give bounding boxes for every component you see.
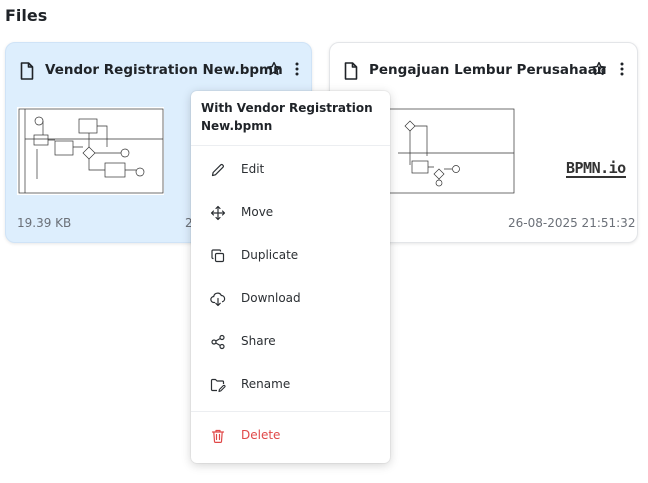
share-icon: [211, 334, 225, 350]
file-size: 19.39 KB: [17, 216, 72, 230]
file-date: 26-08-2025 21:51:32: [508, 216, 636, 230]
bpmn-diagram-thumbnail: [368, 107, 515, 195]
file-card-header: Pengajuan Lembur Perusahaan: [341, 61, 627, 81]
menu-item-share[interactable]: Share: [191, 325, 390, 359]
menu-item-label: Move: [241, 205, 274, 219]
menu-item-edit[interactable]: Edit: [191, 153, 390, 187]
menu-item-label: Share: [241, 334, 276, 348]
file-context-menu: With Vendor Registration New.bpmn Edit M…: [191, 91, 390, 463]
move-icon: [210, 205, 226, 221]
cloud-download-icon: [210, 292, 226, 307]
file-card-header: Vendor Registration New.bpmn: [17, 61, 301, 81]
file-icon: [20, 62, 34, 80]
menu-item-delete[interactable]: Delete: [191, 419, 390, 453]
page-title: Files: [5, 6, 48, 25]
menu-item-label: Edit: [241, 162, 265, 176]
menu-divider: [191, 411, 390, 412]
menu-item-label: Delete: [241, 428, 281, 442]
context-menu-header: With Vendor Registration New.bpmn: [201, 101, 373, 133]
menu-divider: [191, 145, 390, 146]
star-icon[interactable]: [591, 61, 607, 77]
more-vertical-icon[interactable]: [289, 61, 305, 77]
star-icon[interactable]: [266, 61, 282, 77]
menu-item-rename[interactable]: Rename: [191, 368, 390, 402]
pencil-icon: [211, 163, 225, 177]
bpmn-io-logo: BPMN.io: [566, 159, 626, 178]
menu-item-label: Duplicate: [241, 248, 299, 262]
menu-item-duplicate[interactable]: Duplicate: [191, 239, 390, 273]
file-name[interactable]: Pengajuan Lembur Perusahaan: [369, 62, 606, 78]
menu-item-label: Download: [241, 291, 301, 305]
menu-item-move[interactable]: Move: [191, 196, 390, 230]
file-icon: [344, 62, 358, 80]
duplicate-icon: [211, 249, 225, 263]
menu-item-download[interactable]: Download: [191, 282, 390, 316]
rename-icon: [210, 378, 226, 393]
bpmn-diagram-thumbnail: [17, 107, 164, 195]
trash-icon: [211, 429, 225, 444]
more-vertical-icon[interactable]: [614, 61, 630, 77]
menu-item-label: Rename: [241, 377, 291, 391]
file-name[interactable]: Vendor Registration New.bpmn: [45, 62, 283, 78]
